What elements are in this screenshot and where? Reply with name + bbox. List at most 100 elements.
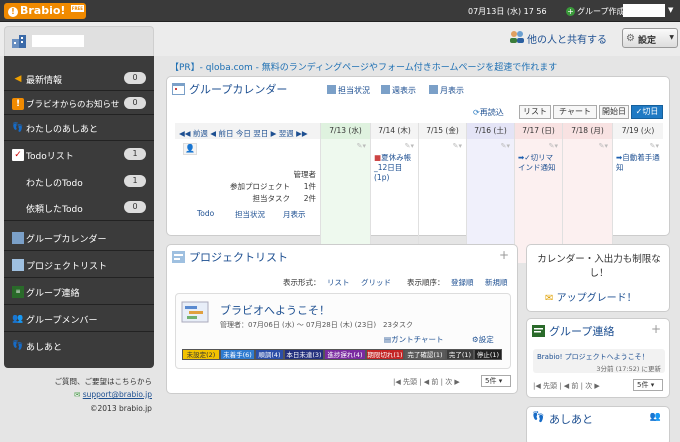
footprints-icon: 👣 [12, 341, 24, 351]
group-create-button[interactable]: + グループ作成 [566, 6, 625, 17]
group-tab[interactable] [4, 26, 154, 56]
add-event-icon[interactable]: ✎▾ [405, 142, 414, 150]
gantt-chart-link[interactable]: ▤ガントチャート [384, 334, 444, 345]
project-pager[interactable]: |◀ 先頭 | ◀ 前 | 次 ▶ [393, 377, 460, 387]
brabio-logo[interactable]: ! Brabio! FREE [4, 3, 86, 19]
calendar-event[interactable]: ➡✓切リマインド通知 [518, 153, 560, 173]
tasks-label: 担当タスク [252, 194, 291, 203]
user-menu[interactable] [623, 4, 665, 17]
add-message-button[interactable]: + [651, 322, 661, 336]
pr-ad-link[interactable]: 【PR】- qloba.com - 無料のランディングページやフォーム付きホーム… [170, 60, 557, 73]
share-link[interactable]: 他の人と共有する [527, 31, 607, 46]
display-grid-link[interactable]: グリッド [361, 277, 391, 288]
add-event-icon[interactable]: ✎▾ [453, 142, 462, 150]
footprints-title: あしあと [549, 413, 593, 426]
users-icon[interactable]: 👥 [650, 412, 661, 422]
assignment-status-link[interactable]: 担当状況 [327, 85, 370, 96]
calendar-event[interactable]: ■夏休み帳_12日目(1p) [374, 153, 416, 183]
logo-badge: FREE [70, 5, 84, 12]
message-board-icon: ≡ [12, 286, 24, 298]
add-event-icon[interactable]: ✎▾ [549, 142, 558, 150]
status-overdue[interactable]: 期限切れ(1) [366, 349, 404, 360]
link-label: 月表示 [440, 86, 464, 95]
status-done[interactable]: 完了(1) [446, 349, 474, 360]
project-icon [181, 301, 209, 323]
divider [4, 90, 154, 91]
calendar-event[interactable]: ➡自動着手通知 [616, 153, 660, 173]
message-title: Brabio! プロジェクトへようこそ！ [537, 353, 649, 361]
status-done-check[interactable]: 完了確認(1) [404, 349, 446, 360]
list-view-button[interactable]: リスト [519, 105, 551, 119]
deadline-button[interactable]: ✓切日 [631, 105, 663, 119]
status-today-unmet[interactable]: 本日未達(3) [284, 349, 324, 360]
divider [4, 331, 154, 332]
brabio-icon: ! [12, 98, 24, 110]
per-page-value: 5件 [485, 377, 497, 385]
logo-mark-icon: ! [8, 7, 18, 17]
add-event-icon[interactable]: ✎▾ [599, 142, 608, 150]
building-icon [12, 35, 26, 48]
footprints-icon: 👣 [532, 412, 545, 423]
weekly-view-link[interactable]: 週表示 [381, 85, 416, 96]
sidebar-item-label: ブラビオからのお知らせ [26, 100, 120, 110]
per-page-select[interactable]: 5件 ▾ [633, 379, 663, 391]
project-list-title: プロジェクトリスト [189, 251, 288, 264]
day-header: 7/19 (火) [613, 123, 663, 139]
sort-registered-link[interactable]: 登録順 [451, 277, 474, 288]
calendar-title: グループカレンダー [189, 83, 288, 96]
settings-button[interactable]: ⚙ 設定 ▼ [622, 28, 678, 48]
project-list-icon [172, 251, 185, 263]
sidebar-item-label: 依頼したTodo [26, 205, 83, 215]
project-card[interactable]: ブラビオへようこそ！ 管理者：07月06日 (水) 〜 07月28日 (木) (… [175, 293, 511, 369]
project-settings-link[interactable]: ⚙設定 [472, 334, 494, 345]
status-not-started[interactable]: 未着手(6) [220, 349, 255, 360]
settings-label: 設定 [478, 335, 494, 344]
sidebar-item-label: グループカレンダー [26, 235, 107, 245]
users-icon: 👥 [12, 314, 24, 324]
support-email-link[interactable]: support@brabio.jp [83, 390, 152, 399]
calendar-nav-header: ◀◀ 前週 ◀ 前日 今日 翌日 ▶ 翌週 ▶▶ [175, 123, 321, 139]
contact-message[interactable]: Brabio! プロジェクトへようこそ！ 3分前 (17:52) に更新 [533, 349, 665, 373]
sidebar-item-label: Todoリスト [26, 152, 74, 162]
chevron-down-icon[interactable]: ▼ [668, 6, 673, 14]
chart-view-button[interactable]: チャート [553, 105, 597, 119]
day-header: 7/17 (日) [515, 123, 563, 139]
project-title[interactable]: ブラビオへようこそ！ [220, 302, 330, 318]
todo-icon: ✓ [12, 149, 24, 161]
footprints-icon: 👣 [12, 123, 24, 133]
participants-label: 参加プロジェクト [230, 182, 290, 191]
count-badge: 1 [124, 175, 146, 187]
per-page-select[interactable]: 5件 ▾ [481, 375, 511, 387]
monthly-link[interactable]: 月表示 [283, 209, 306, 220]
sort-new-link[interactable]: 新規順 [485, 277, 508, 288]
calendar-panel: グループカレンダー 担当状況 週表示 月表示 ⟳再読込 リスト チャート 開始日… [166, 76, 670, 263]
add-event-icon[interactable]: ✎▾ [501, 142, 510, 150]
sidebar-item-label: 最新情報 [26, 76, 63, 86]
copyright: ©2013 brabio.jp [90, 404, 152, 413]
monthly-view-link[interactable]: 月表示 [429, 85, 464, 96]
start-date-button[interactable]: 開始日 [599, 105, 629, 119]
reload-button[interactable]: ⟳再読込 [473, 107, 504, 118]
status-on-track[interactable]: 順調(4) [255, 349, 284, 360]
display-list-link[interactable]: リスト [327, 277, 350, 288]
sidebar: ◀ 最新情報 0 ! ブラビオからのお知らせ 0 👣 わたしのあしあと ✓ Todoリスト 1… [4, 56, 154, 368]
group-name [32, 35, 84, 47]
todo-link[interactable]: Todo [197, 209, 214, 218]
upgrade-panel: カレンダー・入出力も制限なし！ ✉ アップグレード！ [526, 244, 670, 312]
project-list-panel: プロジェクトリスト + 表示形式： リスト グリッド 表示順序： 登録順 新規順… [166, 244, 518, 394]
status-delayed[interactable]: 進捗遅れ(4) [324, 349, 366, 360]
refresh-icon: ⟳ [473, 108, 480, 117]
add-event-icon[interactable]: ✎▾ [650, 142, 659, 150]
status-unset[interactable]: 未設定(2) [182, 349, 220, 360]
count-badge: 1 [124, 148, 146, 160]
participants-count: 1件 [303, 182, 316, 191]
status-stopped[interactable]: 停止(1) [474, 349, 502, 360]
per-page-value: 5件 [637, 381, 649, 389]
certificate-icon: ✉ [545, 293, 554, 304]
upgrade-link[interactable]: ✉ アップグレード！ [545, 289, 637, 304]
status-link[interactable]: 担当状況 [235, 209, 265, 220]
contact-pager[interactable]: |◀ 先頭 | ◀ 前 | 次 ▶ [533, 381, 600, 391]
add-project-button[interactable]: + [499, 248, 509, 262]
plus-icon: + [566, 7, 575, 16]
add-event-icon[interactable]: ✎▾ [357, 142, 366, 150]
